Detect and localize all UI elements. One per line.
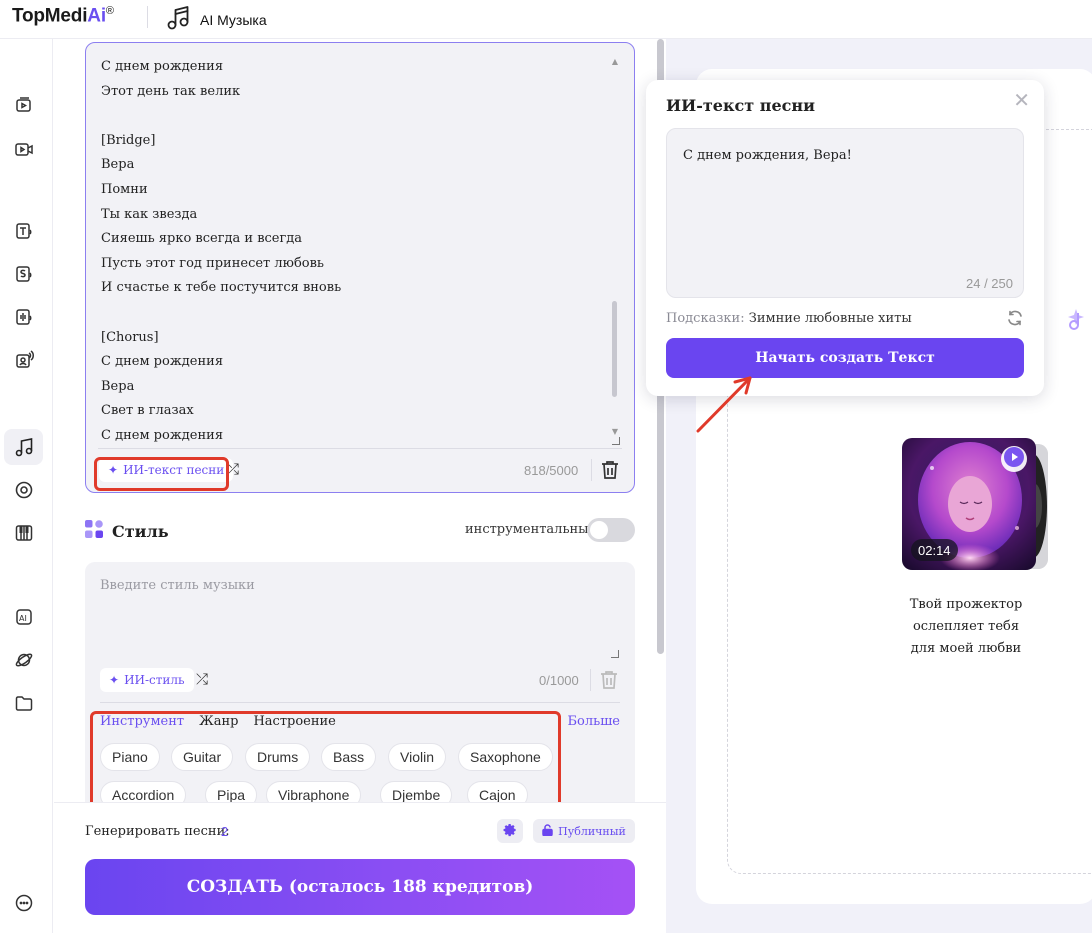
vinyl-icon[interactable] — [4, 472, 43, 508]
svg-text:AI: AI — [19, 614, 27, 623]
editor-column: С днем рождения Этот день так велик [Bri… — [54, 39, 666, 933]
more-link[interactable]: Больше — [568, 714, 621, 729]
scroll-up-arrow[interactable]: ▲ — [612, 57, 618, 66]
style-title: Стиль — [112, 521, 169, 541]
song-duration: 02:14 — [911, 539, 958, 561]
public-toggle-button[interactable]: Публичный — [533, 819, 635, 843]
music-note-icon — [166, 5, 190, 35]
section-header: AI Музыка — [166, 5, 267, 35]
left-sidebar: AI — [0, 39, 53, 933]
folder-icon[interactable] — [4, 685, 43, 721]
voice-wave-icon[interactable] — [4, 299, 43, 335]
style-resize-grip[interactable] — [611, 650, 619, 658]
resize-grip[interactable] — [612, 437, 620, 445]
generate-bar: Генерировать песни: 2 Публичный СОЗДАТЬ … — [54, 802, 666, 933]
scroll-down-arrow[interactable]: ▼ — [612, 427, 618, 436]
trash-icon[interactable] — [599, 459, 621, 481]
video-edit-icon[interactable] — [4, 87, 43, 123]
settings-button[interactable] — [497, 819, 523, 843]
public-label: Публичный — [558, 824, 626, 838]
gear-icon — [503, 822, 517, 841]
trash-icon[interactable] — [598, 669, 620, 691]
lyrics-scrollbar-thumb[interactable] — [612, 301, 617, 397]
lyrics-prompt-value: С днем рождения, Вера! — [683, 148, 852, 163]
prompt-counter: 24 / 250 — [966, 276, 1013, 291]
shuffle-icon[interactable]: ⤮ — [196, 670, 208, 688]
ai-badge-icon[interactable]: AI — [4, 599, 43, 635]
ai-style-label: ИИ-стиль — [124, 673, 185, 687]
voice-changer-icon[interactable] — [4, 342, 43, 378]
piano-icon[interactable] — [4, 515, 43, 551]
ai-style-button[interactable]: ✦ ИИ-стиль — [100, 668, 194, 692]
text-to-speech-icon[interactable] — [4, 213, 43, 249]
style-counter: 0/1000 — [539, 673, 579, 688]
highlight-ai-lyrics — [94, 457, 229, 491]
close-icon[interactable]: ✕ — [1013, 88, 1030, 112]
style-divider — [100, 702, 620, 703]
prompt-hint: Подсказки: Зимние любовные хиты — [666, 311, 912, 326]
annotation-arrow — [696, 376, 752, 433]
ai-lyrics-popup: ИИ-текст песни ✕ С днем рождения, Вера! … — [646, 80, 1044, 396]
video-play-icon[interactable] — [4, 131, 43, 167]
section-title: AI Музыка — [200, 12, 267, 28]
generate-count-label: Генерировать песни: — [85, 824, 230, 839]
app-logo[interactable]: TopMediAi® — [12, 5, 114, 27]
refresh-icon[interactable] — [1006, 309, 1024, 331]
speech-icon[interactable] — [4, 256, 43, 292]
style-input[interactable]: Введите стиль музыки — [100, 578, 255, 593]
header-divider — [147, 6, 148, 28]
toggle-knob — [590, 521, 608, 539]
generate-count-value[interactable]: 2 — [221, 824, 228, 839]
unlock-icon — [542, 823, 553, 839]
sparkle-icon: ✦ — [109, 673, 120, 687]
hint-suggestion[interactable]: Зимние любовные хиты — [749, 311, 912, 326]
highlight-instrument-chips — [90, 711, 561, 812]
music-sparkle-icon — [1068, 309, 1084, 330]
planet-icon[interactable] — [4, 642, 43, 678]
instrumental-label: инструментальный — [465, 522, 598, 537]
create-button[interactable]: СОЗДАТЬ (осталось 188 кредитов) — [85, 859, 635, 915]
lyrics-textarea[interactable]: С днем рождения Этот день так велик [Bri… — [101, 55, 601, 447]
lyrics-editor[interactable]: С днем рождения Этот день так велик [Bri… — [85, 42, 635, 493]
top-bar: TopMediAi® AI Музыка — [0, 0, 1092, 39]
style-header: Стиль — [85, 520, 169, 542]
lyrics-counter: 818/5000 — [524, 463, 579, 478]
popup-title: ИИ-текст песни — [666, 96, 815, 115]
style-grid-icon — [85, 520, 103, 542]
chat-bubble-icon[interactable] — [4, 885, 43, 921]
lyrics-divider — [98, 448, 622, 449]
song-description: Твой прожектор ослепляет тебя для моей л… — [909, 597, 1023, 656]
music-note-icon[interactable] — [4, 429, 43, 465]
lyrics-prompt-input[interactable]: С днем рождения, Вера! 24 / 250 — [666, 128, 1024, 298]
play-button[interactable] — [1001, 446, 1027, 472]
play-icon — [1004, 447, 1024, 471]
hint-label: Подсказки: — [666, 311, 745, 326]
instrumental-toggle[interactable] — [587, 518, 635, 542]
toolbar-divider — [590, 669, 591, 691]
toolbar-divider — [591, 459, 592, 481]
